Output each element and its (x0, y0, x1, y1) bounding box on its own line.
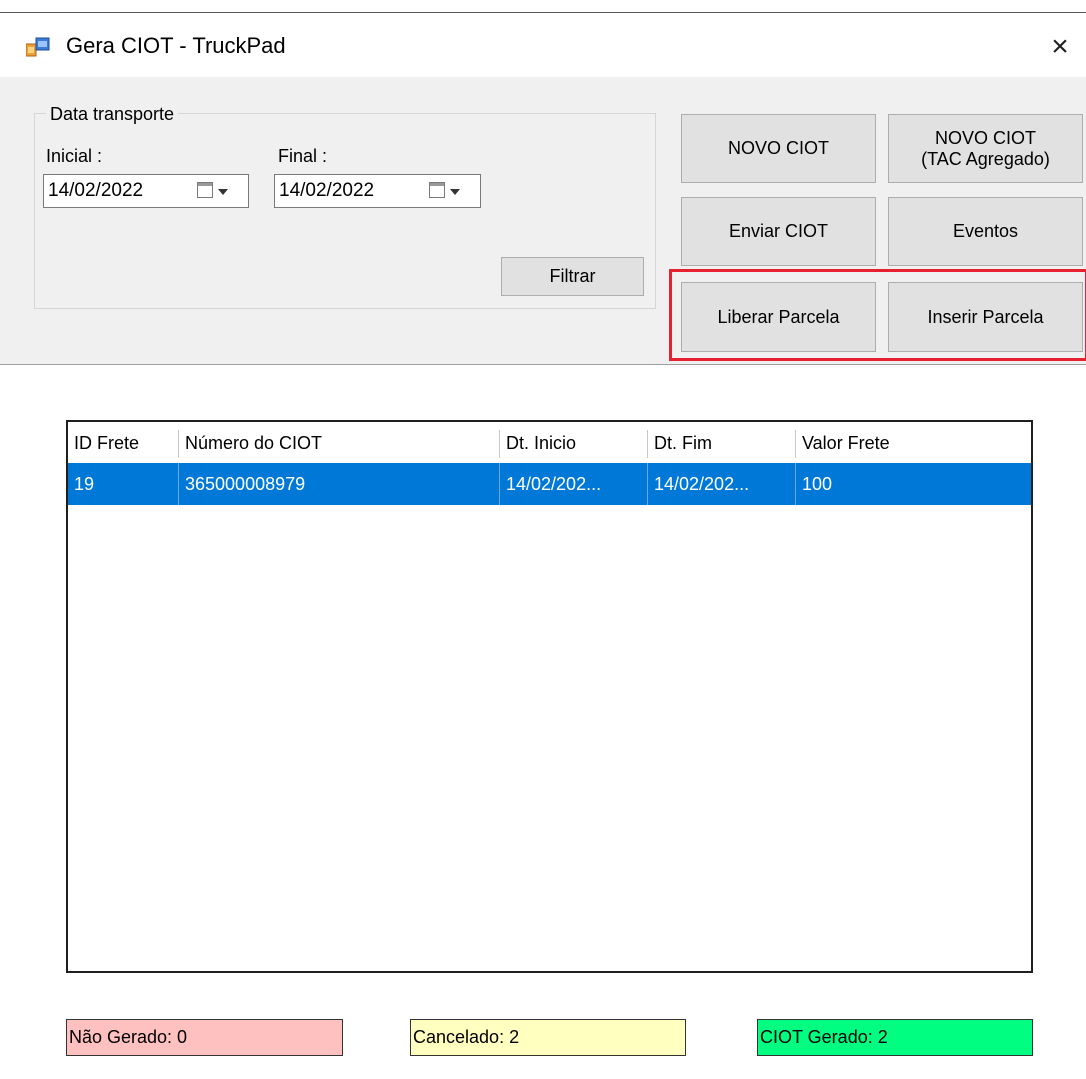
filter-button[interactable]: Filtrar (501, 257, 644, 296)
dropdown-arrow-icon (218, 189, 228, 195)
window-title: Gera CIOT - TruckPad (66, 33, 286, 58)
ciot-list-view[interactable]: ID Frete Número do CIOT Dt. Inicio Dt. F… (66, 420, 1033, 973)
column-header-id-frete[interactable]: ID Frete (68, 422, 178, 462)
calendar-icon (429, 182, 445, 198)
column-header-valor-frete[interactable]: Valor Frete (796, 422, 1026, 462)
close-button[interactable]: × (1040, 27, 1080, 67)
cell-valor-frete: 100 (802, 474, 833, 494)
final-date-value: 14/02/2022 (279, 180, 375, 201)
dropdown-arrow-icon (450, 189, 460, 195)
status-ciot-gerado: CIOT Gerado: 2 (757, 1019, 1033, 1056)
final-date-label: Final : (278, 146, 328, 166)
panel-separator-light (0, 365, 1086, 366)
calendar-icon (197, 182, 213, 198)
status-nao-gerado: Não Gerado: 0 (66, 1019, 343, 1056)
novo-ciot-tac-button[interactable]: NOVO CIOT (TAC Agregado) (888, 114, 1083, 183)
initial-date-value: 14/02/2022 (48, 180, 144, 201)
highlight-box (669, 269, 1086, 361)
column-header-dt-inicio[interactable]: Dt. Inicio (500, 422, 647, 462)
eventos-button[interactable]: Eventos (888, 197, 1083, 266)
column-header-dt-fim[interactable]: Dt. Fim (648, 422, 795, 462)
enviar-ciot-button[interactable]: Enviar CIOT (681, 197, 876, 266)
initial-date-picker[interactable]: 14/02/2022 (43, 174, 249, 208)
novo-ciot-tac-line1: NOVO CIOT (934, 127, 1036, 148)
cell-dt-inicio: 14/02/202... (506, 474, 602, 494)
initial-date-label: Inicial : (46, 146, 103, 166)
novo-ciot-tac-line2: (TAC Agregado) (921, 148, 1050, 169)
column-header-numero-ciot[interactable]: Número do CIOT (179, 422, 499, 462)
table-row[interactable]: 19 365000008979 14/02/202... 14/02/202..… (68, 463, 1031, 505)
title-bar: Gera CIOT - TruckPad × (0, 13, 1086, 77)
cell-id-frete: 19 (74, 474, 95, 494)
final-date-picker[interactable]: 14/02/2022 (274, 174, 481, 208)
novo-ciot-button[interactable]: NOVO CIOT (681, 114, 876, 183)
cell-numero-ciot: 365000008979 (185, 474, 306, 494)
list-header: ID Frete Número do CIOT Dt. Inicio Dt. F… (68, 422, 1031, 462)
top-edge (0, 0, 1086, 13)
cell-dt-fim: 14/02/202... (654, 474, 750, 494)
app-window-icon (26, 37, 50, 57)
status-cancelado: Cancelado: 2 (410, 1019, 686, 1056)
groupbox-title: Data transporte (46, 104, 179, 125)
